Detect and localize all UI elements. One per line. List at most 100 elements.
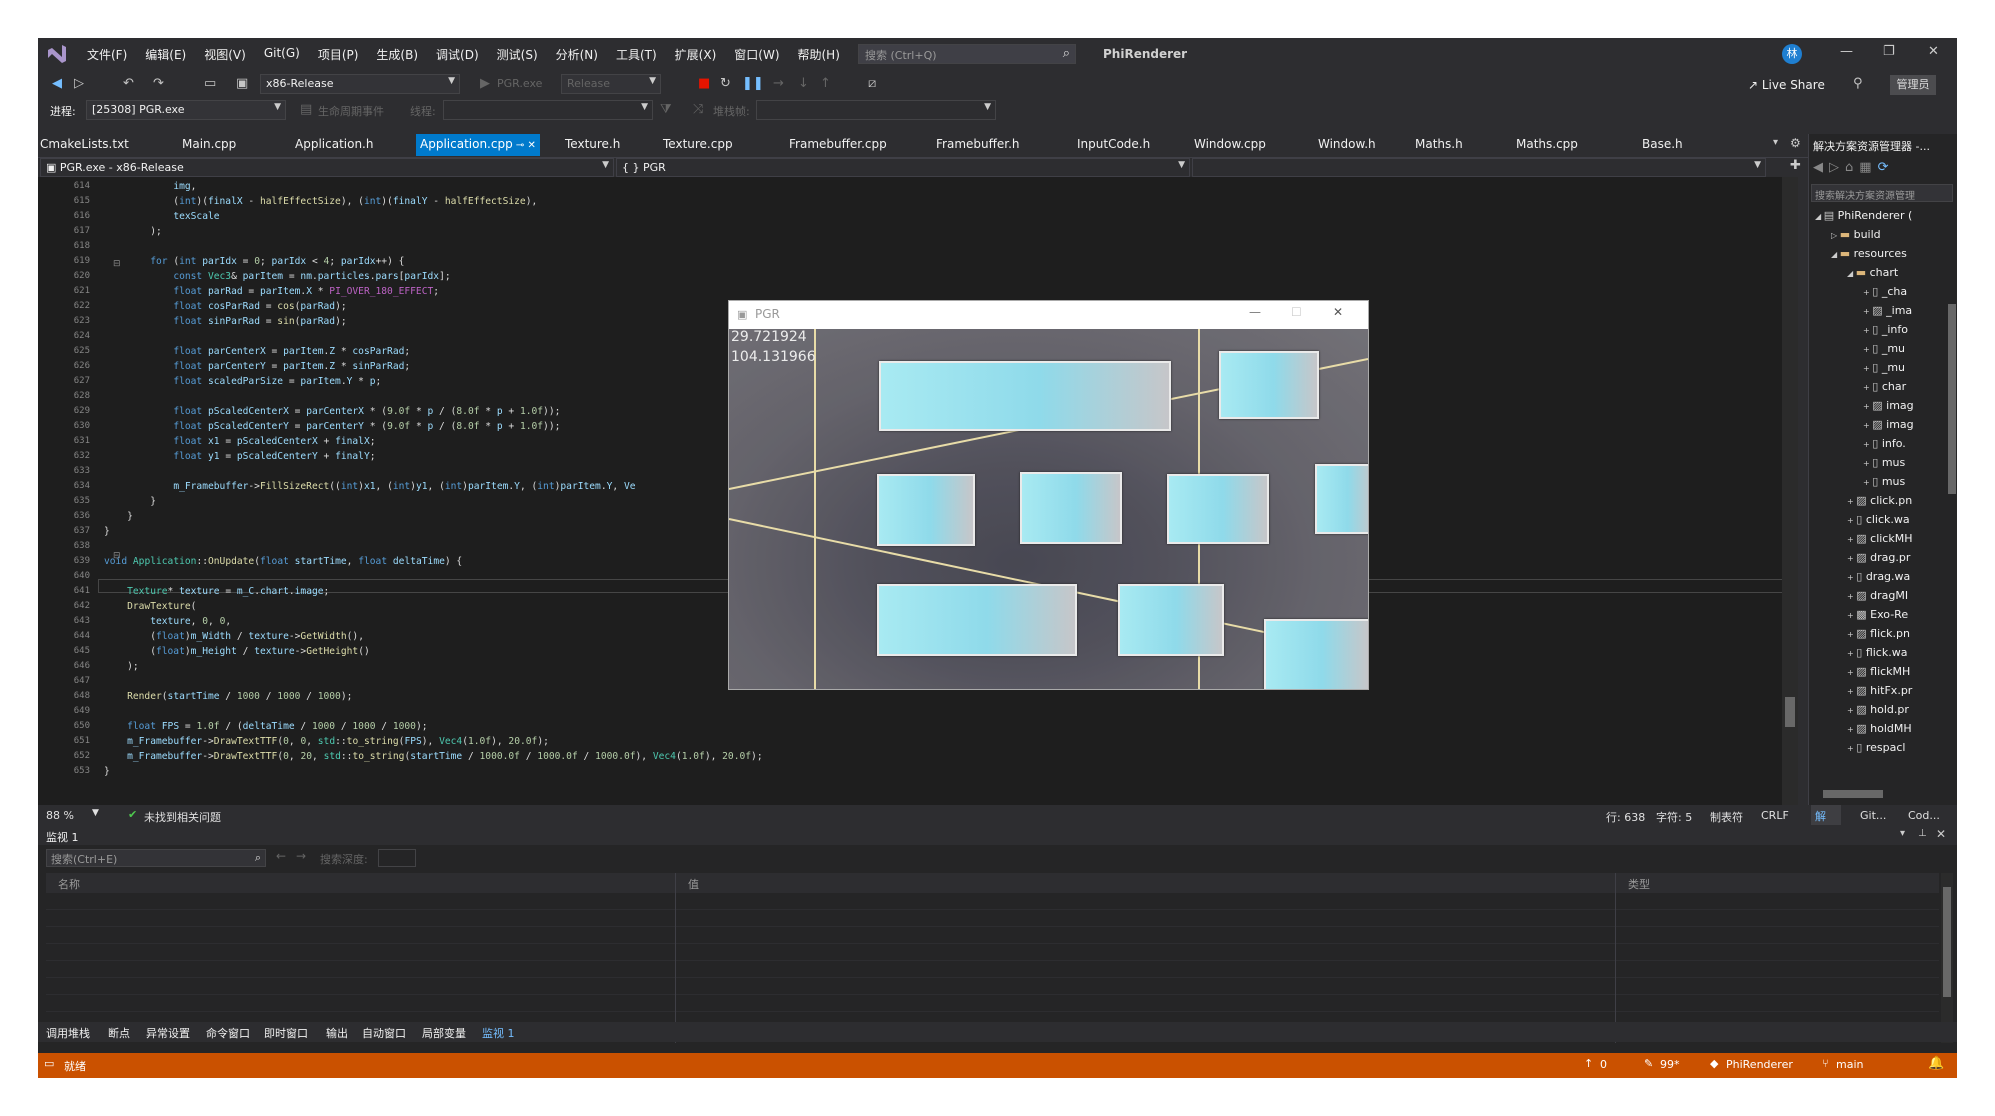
expander-icon[interactable]: + bbox=[1847, 630, 1856, 639]
code-text[interactable]: img, (int)(finalX - halfEffectSize), (in… bbox=[104, 179, 763, 779]
watch-rows[interactable] bbox=[46, 893, 1939, 1043]
split-icon[interactable]: ✚ bbox=[1790, 158, 1801, 173]
line-indicator[interactable]: 行: 638 bbox=[1606, 809, 1645, 825]
switch-view-icon[interactable]: ▦ bbox=[1859, 160, 1877, 175]
filter-icon[interactable]: ⧩ bbox=[660, 102, 672, 117]
menu-item[interactable]: 项目(P) bbox=[309, 46, 368, 63]
close-icon[interactable]: ✕ bbox=[1936, 827, 1946, 841]
pin-icon[interactable]: ⊥ bbox=[1918, 828, 1927, 839]
expander-icon[interactable]: + bbox=[1847, 497, 1856, 506]
expander-icon[interactable]: + bbox=[1863, 383, 1872, 392]
watch-scrollbar[interactable] bbox=[1941, 873, 1953, 1043]
open-folder-icon[interactable]: ▭ bbox=[204, 76, 216, 91]
watch-search-input[interactable]: 搜索(Ctrl+E) ⌕ bbox=[46, 849, 266, 867]
expander-icon[interactable]: + bbox=[1863, 345, 1872, 354]
menu-item[interactable]: 视图(V) bbox=[195, 46, 255, 63]
commits-up-count[interactable]: 0 bbox=[1600, 1058, 1607, 1071]
back-icon[interactable]: ◀ bbox=[1813, 160, 1829, 175]
feedback-icon[interactable]: ⚲ bbox=[1853, 76, 1863, 91]
tree-item[interactable]: + ▯ drag.wa bbox=[1847, 570, 1910, 583]
expander-icon[interactable]: + bbox=[1847, 744, 1856, 753]
eol-indicator[interactable]: CRLF bbox=[1761, 809, 1789, 822]
expander-icon[interactable]: + bbox=[1847, 668, 1856, 677]
tab-cmakelists-txt[interactable]: CmakeLists.txt bbox=[40, 137, 129, 151]
menu-item[interactable]: 帮助(H) bbox=[789, 46, 849, 63]
bottom-tab[interactable]: 调用堆栈 bbox=[46, 1025, 90, 1041]
tabs-indicator[interactable]: 制表符 bbox=[1710, 809, 1743, 825]
expander-icon[interactable]: + bbox=[1847, 687, 1856, 696]
bottom-tab[interactable]: 自动窗口 bbox=[362, 1025, 406, 1041]
scope-select[interactable]: { } PGR ▼ bbox=[616, 158, 1190, 177]
tree-item[interactable]: + ▨ click.pn bbox=[1847, 494, 1912, 507]
expander-icon[interactable]: + bbox=[1863, 459, 1872, 468]
se-search-input[interactable]: 搜索解决方案资源管理 bbox=[1811, 184, 1953, 202]
column-type[interactable]: 类型 bbox=[1628, 876, 1650, 892]
issues-text[interactable]: 未找到相关问题 bbox=[144, 809, 221, 825]
expander-icon[interactable]: + bbox=[1847, 706, 1856, 715]
member-select[interactable]: ▼ bbox=[1192, 158, 1766, 177]
tab-base-h[interactable]: Base.h bbox=[1642, 137, 1683, 151]
hex-icon[interactable]: ⧄ bbox=[868, 76, 876, 91]
expander-icon[interactable]: ◢ bbox=[1831, 250, 1840, 259]
expander-icon[interactable]: + bbox=[1863, 421, 1872, 430]
pgr-maximize-icon[interactable]: ☐ bbox=[1291, 305, 1302, 319]
close-icon[interactable]: ✕ bbox=[1928, 44, 1939, 59]
expander-icon[interactable]: ◢ bbox=[1847, 269, 1856, 278]
home-icon[interactable]: ⌂ bbox=[1845, 160, 1859, 175]
tab-texture-h[interactable]: Texture.h bbox=[565, 137, 620, 151]
expander-icon[interactable]: + bbox=[1863, 288, 1872, 297]
bottom-tab[interactable]: 局部变量 bbox=[422, 1025, 466, 1041]
step-over-icon[interactable]: → bbox=[773, 76, 784, 91]
tab-code[interactable]: Cod... bbox=[1908, 809, 1940, 822]
tree-item[interactable]: + ▨ flick.pn bbox=[1847, 627, 1910, 640]
step-into-icon[interactable]: ↓ bbox=[798, 76, 809, 91]
tree-item[interactable]: + ▨ clickMH bbox=[1847, 532, 1912, 545]
tree-item[interactable]: + ▯ respacl bbox=[1847, 741, 1905, 754]
tab-maths-cpp[interactable]: Maths.cpp bbox=[1516, 137, 1578, 151]
back-icon[interactable]: ← bbox=[276, 849, 286, 863]
expander-icon[interactable]: + bbox=[1863, 364, 1872, 373]
se-hscrollbar[interactable] bbox=[1823, 790, 1883, 798]
tab-inputcode-h[interactable]: InputCode.h bbox=[1077, 137, 1150, 151]
tree-item[interactable]: + ▨ hold.pr bbox=[1847, 703, 1909, 716]
chevron-down-icon[interactable]: ▼ bbox=[92, 808, 99, 818]
changes-count[interactable]: 99* bbox=[1660, 1058, 1680, 1071]
tree-item[interactable]: + ▩ Exo-Re bbox=[1847, 608, 1908, 621]
tree-item[interactable]: + ▯ flick.wa bbox=[1847, 646, 1907, 659]
expander-icon[interactable]: + bbox=[1863, 478, 1872, 487]
expander-icon[interactable]: + bbox=[1863, 440, 1872, 449]
char-indicator[interactable]: 字符: 5 bbox=[1656, 809, 1692, 825]
tab-application-h[interactable]: Application.h bbox=[295, 137, 373, 151]
se-scrollbar[interactable] bbox=[1948, 304, 1956, 494]
expander-icon[interactable]: + bbox=[1847, 535, 1856, 544]
tree-item[interactable]: + ▯ mus bbox=[1863, 475, 1905, 488]
tab-settings-icon[interactable]: ⚙ bbox=[1790, 136, 1801, 150]
repo-name[interactable]: PhiRenderer bbox=[1726, 1058, 1793, 1071]
tab-close-icon[interactable]: ⊸ ✕ bbox=[513, 140, 536, 151]
tree-item[interactable]: + ▯ click.wa bbox=[1847, 513, 1910, 526]
menu-item[interactable]: 测试(S) bbox=[488, 46, 547, 63]
pencil-icon[interactable]: ✎ bbox=[1644, 1057, 1653, 1070]
tree-item[interactable]: + ▯ mus bbox=[1863, 456, 1905, 469]
project-select[interactable]: ▣ PGR.exe - x86-Release ▼ bbox=[40, 158, 614, 177]
menu-item[interactable]: Git(G) bbox=[255, 46, 309, 63]
tree-item[interactable]: + ▯ _cha bbox=[1863, 285, 1907, 298]
tab-application-cpp[interactable]: Application.cpp ⊸ ✕ bbox=[416, 134, 540, 156]
solution-config-select[interactable]: x86-Release ▼ bbox=[260, 74, 460, 94]
notification-bell-icon[interactable]: 🔔 bbox=[1928, 1056, 1944, 1071]
expander-icon[interactable]: + bbox=[1847, 725, 1856, 734]
forward-icon[interactable]: → bbox=[296, 849, 306, 863]
sync-icon[interactable]: ⟳ bbox=[1878, 160, 1895, 175]
pgr-close-icon[interactable]: ✕ bbox=[1333, 305, 1343, 319]
editor-scrollbar[interactable] bbox=[1782, 177, 1798, 805]
tab-framebuffer-h[interactable]: Framebuffer.h bbox=[936, 137, 1020, 151]
tree-item[interactable]: ◢ ▬ resources bbox=[1831, 247, 1907, 260]
tab-maths-h[interactable]: Maths.h bbox=[1415, 137, 1463, 151]
bottom-tab[interactable]: 异常设置 bbox=[146, 1025, 190, 1041]
branch-name[interactable]: main bbox=[1836, 1058, 1863, 1071]
tree-item[interactable]: + ▯ _info bbox=[1863, 323, 1908, 336]
restart-icon[interactable]: ↻ bbox=[720, 76, 731, 91]
expander-icon[interactable]: + bbox=[1847, 611, 1856, 620]
depth-select[interactable] bbox=[378, 849, 416, 867]
menu-item[interactable]: 分析(N) bbox=[547, 46, 607, 63]
